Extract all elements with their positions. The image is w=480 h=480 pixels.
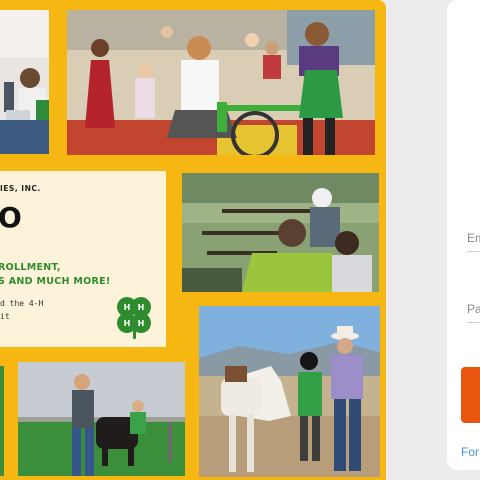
svg-text:H: H xyxy=(138,303,145,312)
forgot-password-link[interactable]: For xyxy=(461,445,479,459)
promo-card: IES, INC. O ROLLMENT, S AND MUCH MORE! d… xyxy=(0,171,166,347)
photo-horse xyxy=(199,306,380,477)
svg-text:H: H xyxy=(138,319,145,328)
photo-shooting-range xyxy=(182,173,379,292)
svg-text:H: H xyxy=(124,319,131,328)
promo-tagline-line2: S AND MUCH MORE! xyxy=(0,276,111,287)
email-field-label: Em xyxy=(467,231,480,245)
promo-headline: O xyxy=(0,201,22,234)
promo-tagline-line1: ROLLMENT, xyxy=(0,262,61,273)
photo-collage: IES, INC. O ROLLMENT, S AND MUCH MORE! d… xyxy=(0,0,386,480)
photo-cattle-field xyxy=(18,362,185,476)
photo-kids-laptop xyxy=(0,10,49,154)
login-panel: Em Pa For xyxy=(447,0,480,470)
password-field-label: Pa xyxy=(467,302,480,316)
login-button[interactable] xyxy=(461,367,480,423)
promo-body-line1: d the 4-H xyxy=(0,299,44,308)
password-field[interactable] xyxy=(467,322,480,323)
photo-edge-sliver xyxy=(0,366,4,476)
four-h-clover-icon: H H H H xyxy=(117,297,151,339)
promo-body-line2: it xyxy=(0,312,10,321)
photo-bike-demo xyxy=(67,10,375,155)
email-field[interactable] xyxy=(467,251,480,252)
org-name: IES, INC. xyxy=(0,184,41,193)
svg-text:H: H xyxy=(124,303,131,312)
